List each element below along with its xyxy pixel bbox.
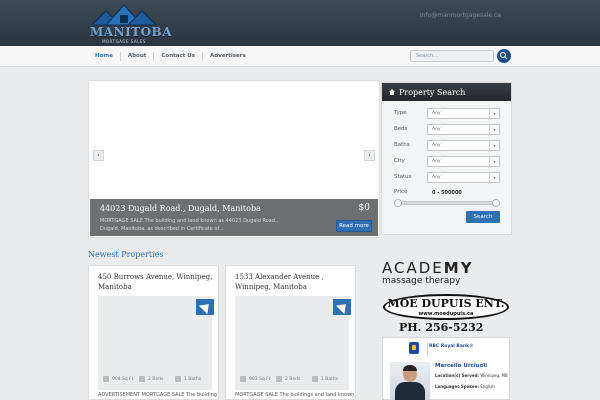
property-card-title[interactable]: 450 Burrows Avenue, Winnipeg, Manitoba (98, 272, 218, 292)
moe-dupuis-ad[interactable]: MOE DUPUIS ENT. www.moedupuis.ca PH. 256… (382, 294, 510, 334)
search-button[interactable] (497, 49, 511, 63)
house-roofs-icon (92, 4, 156, 26)
baths-value: 1 Baths (184, 376, 202, 382)
divider (427, 342, 428, 356)
sqft-feature: 963 Sq Ft (240, 376, 271, 382)
bath-icon (312, 376, 318, 382)
search-icon (499, 51, 508, 60)
beds-feature: 2 Beds (139, 376, 163, 382)
area-icon (103, 376, 109, 382)
moe-dupuis-logo: MOE DUPUIS ENT. www.moedupuis.ca (383, 294, 509, 320)
slider-desc-line-2: Dugald, Manitoba, as described in Certif… (100, 226, 224, 232)
rbc-ad[interactable]: RBC Royal Bank® Marcello Urciuoli Locati… (382, 337, 510, 400)
nav-item-contact-us[interactable]: Contact Us (154, 52, 203, 61)
advisor-languages: Languages Spoken: English (435, 384, 495, 389)
property-card-description: ADVERTISEMENT MORTGAGE SALE The building (98, 392, 217, 398)
status-select-value: Any (432, 175, 441, 180)
slider-caption: 44023 Dugald Road., Dugald, Manitoba $0 … (90, 199, 378, 236)
site-header: MANITOBA MORTGAGE SALES info@manmortgage… (0, 0, 600, 46)
moe-dupuis-name: MOE DUPUIS ENT. (387, 297, 505, 310)
nav-item-advertisers[interactable]: Advertisers (203, 52, 253, 61)
baths-value: 1 Baths (321, 376, 339, 382)
type-select-value: Any (432, 111, 441, 116)
newest-properties-heading: Newest Properties (88, 250, 164, 259)
area-icon (240, 376, 246, 382)
slider-title[interactable]: 44023 Dugald Road., Dugald, Manitoba (100, 204, 261, 213)
city-select-value: Any (432, 159, 441, 164)
chevron-down-icon: ▾ (489, 109, 499, 118)
baths-select-value: Any (432, 143, 441, 148)
slider-description: MORTGAGE SALE The building and land know… (100, 217, 315, 233)
price-max-handle[interactable] (492, 199, 500, 207)
chevron-down-icon: ▾ (489, 141, 499, 150)
nav-item-about[interactable]: About (121, 52, 155, 61)
featured-slider: ‹ › 44023 Dugald Road., Dugald, Manitoba… (88, 80, 380, 238)
baths-select[interactable]: Any ▾ (427, 140, 500, 151)
field-label-status: Status (394, 174, 412, 180)
price-range-value: 0 - 500000 (432, 190, 462, 196)
slider-prev-button[interactable]: ‹ (93, 150, 104, 161)
property-search-panel: Property Search Type Any ▾ Beds Any ▾ Bath… (381, 82, 512, 235)
bed-icon (276, 376, 282, 382)
rbc-lion-logo-icon (409, 342, 419, 354)
slider-desc-line-1: MORTGAGE SALE The building and land know… (100, 218, 279, 224)
beds-select-value: Any (432, 127, 441, 132)
house-icon (389, 89, 395, 95)
chevron-down-icon: ▾ (489, 173, 499, 182)
search-input[interactable]: Search.... (410, 50, 494, 62)
chevron-down-icon: ▾ (489, 157, 499, 166)
city-select[interactable]: Any ▾ (427, 156, 500, 167)
moe-dupuis-phone: PH. 256-5232 (399, 321, 484, 334)
beds-value: 2 Beds (148, 376, 164, 382)
logo-subtitle: MORTGAGE SALES (102, 39, 146, 44)
price-range-slider[interactable] (394, 199, 500, 207)
property-card[interactable]: 450 Burrows Avenue, Winnipeg, Manitoba 9… (88, 265, 219, 400)
field-label-type: Type (394, 110, 407, 116)
status-select[interactable]: Any ▾ (427, 172, 500, 183)
advisor-name: Marcello Urciuoli (435, 363, 488, 369)
read-more-button[interactable]: Read more (336, 220, 372, 232)
sqft-value: 963 Sq Ft (249, 376, 271, 382)
academy-logo-text: ACADEMY (382, 259, 474, 277)
sqft-value: 904 Sq Ft (112, 376, 134, 382)
price-min-handle[interactable] (394, 199, 402, 207)
beds-value: 2 Beds (285, 376, 301, 382)
slider-price: $0 (358, 203, 370, 213)
baths-feature: 1 Baths (175, 376, 201, 382)
advisor-photo (390, 362, 430, 400)
field-label-beds: Beds (394, 126, 408, 132)
academy-tagline: massage therapy (382, 276, 461, 286)
type-select[interactable]: Any ▾ (427, 108, 500, 119)
property-card[interactable]: 1533 Alexander Avenue , Winnipeg, Manito… (225, 265, 356, 400)
beds-select[interactable]: Any ▾ (427, 124, 500, 135)
moe-dupuis-url: www.moedupuis.ca (418, 311, 474, 317)
site-logo[interactable]: MANITOBA MORTGAGE SALES (90, 3, 173, 45)
chevron-down-icon: ▾ (489, 125, 499, 134)
header-email[interactable]: info@manmortgagesale.ca (420, 12, 501, 19)
property-search-button[interactable]: Search (466, 211, 500, 223)
nav-item-home[interactable]: Home (88, 52, 121, 61)
main-menu: Home About Contact Us Advertisers (88, 46, 253, 67)
bed-icon (139, 376, 145, 382)
beds-feature: 2 Beds (276, 376, 300, 382)
property-search-title: Property Search (399, 87, 466, 97)
rbc-bank-name: RBC Royal Bank® (429, 344, 474, 349)
bath-icon (175, 376, 181, 382)
field-label-price: Price (394, 189, 408, 195)
academy-massage-ad[interactable]: ACADEMY massage therapy (382, 260, 502, 292)
slider-next-button[interactable]: › (364, 150, 375, 161)
sqft-feature: 904 Sq Ft (103, 376, 134, 382)
property-card-title[interactable]: 1533 Alexander Avenue , Winnipeg, Manito… (235, 272, 355, 292)
logo-text: MANITOBA (90, 25, 173, 39)
featured-ribbon-icon (333, 299, 351, 315)
field-label-baths: Baths (394, 142, 410, 148)
advisor-location: Location(s) Served: Winnipeg, MB (435, 373, 508, 378)
field-label-city: City (394, 158, 405, 164)
baths-feature: 1 Baths (312, 376, 338, 382)
property-search-header: Property Search (382, 83, 511, 101)
property-card-description: MORTGAGE SALE The buildings and land kno… (235, 392, 355, 398)
featured-ribbon-icon (196, 299, 214, 315)
